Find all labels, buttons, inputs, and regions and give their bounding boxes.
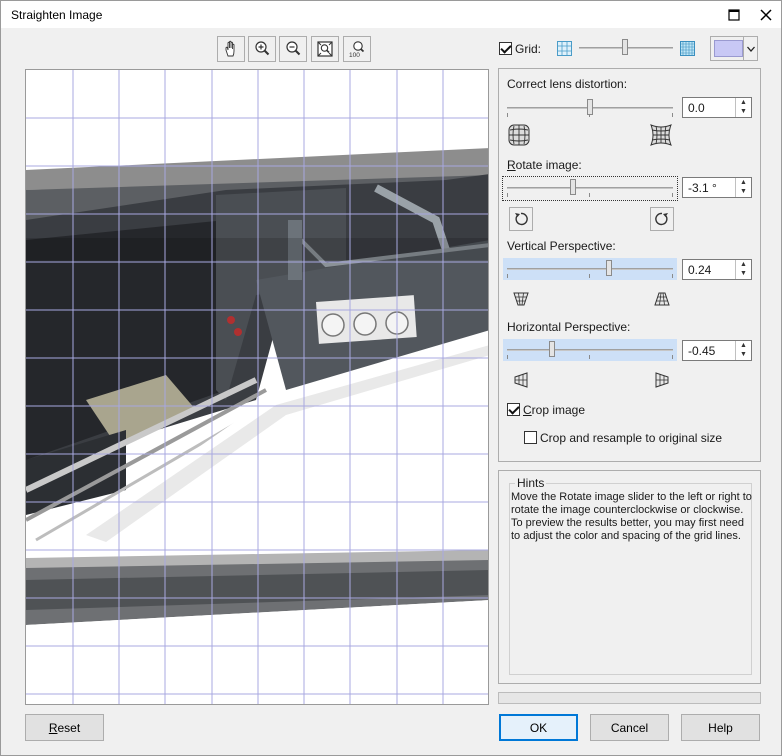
crop-image-label: Crop image [523, 403, 586, 417]
pincushion-distortion-icon [650, 124, 672, 146]
close-icon [760, 8, 772, 21]
horizontal-perspective-input[interactable]: -0.45 ▲ ▼ [682, 340, 752, 361]
horizontal-perspective-spinner[interactable]: ▲ ▼ [735, 341, 751, 360]
rotate-image-label: Rotate image: [507, 158, 582, 172]
rotate-slider-thumb[interactable] [570, 179, 576, 195]
horizontal-perspective-right-icon[interactable] [654, 372, 670, 388]
lens-distortion-input[interactable]: 0.0 ▲ ▼ [682, 97, 752, 118]
help-button[interactable]: Help [681, 714, 760, 741]
hints-text: Move the Rotate image slider to the left… [511, 491, 752, 542]
cancel-button[interactable]: Cancel [590, 714, 669, 741]
chevron-down-icon [746, 46, 755, 52]
vertical-perspective-label: Vertical Perspective: [507, 239, 616, 253]
zoom-in-icon [255, 41, 270, 56]
grid-color-swatch [714, 40, 743, 57]
hand-icon [225, 40, 235, 57]
window-title: Straighten Image [11, 8, 103, 22]
adjustments-panel: Correct lens distortion: 0.0 ▲ ▼ Rotate … [498, 68, 761, 462]
spin-down-icon[interactable]: ▼ [736, 187, 751, 196]
rotate-clockwise-icon [655, 212, 668, 226]
spin-up-icon[interactable]: ▲ [736, 98, 751, 107]
grid-label: Grid: [515, 42, 542, 56]
lens-distortion-slider-thumb[interactable] [587, 99, 593, 115]
horizontal-perspective-left-icon[interactable] [513, 372, 529, 388]
fit-to-window-icon [317, 41, 333, 57]
reset-button[interactable]: Reset [25, 714, 104, 741]
horizontal-perspective-label: Horizontal Perspective: [507, 320, 631, 334]
maximize-icon [728, 8, 740, 21]
crop-resample-label: Crop and resample to original size [540, 431, 723, 445]
image-preview[interactable] [25, 69, 489, 705]
rotate-clockwise-button[interactable] [650, 207, 674, 231]
vertical-perspective-bottom-icon[interactable] [654, 291, 670, 307]
close-button[interactable] [749, 1, 782, 28]
hints-group: Hints Move the Rotate image slider to th… [498, 470, 761, 684]
spin-down-icon[interactable]: ▼ [736, 107, 751, 116]
zoom-out-button[interactable] [279, 36, 307, 62]
vertical-perspective-top-icon[interactable] [513, 291, 529, 307]
rotate-counterclockwise-button[interactable] [509, 207, 533, 231]
vertical-perspective-slider-track[interactable] [507, 268, 673, 270]
vertical-perspective-spinner[interactable]: ▲ ▼ [735, 260, 751, 279]
barrel-distortion-icon [508, 124, 530, 146]
barrel-distortion-button[interactable] [507, 123, 531, 147]
lens-distortion-label: Correct lens distortion: [507, 77, 628, 91]
spin-up-icon[interactable]: ▲ [736, 260, 751, 269]
rotate-counterclockwise-icon [515, 212, 528, 226]
zoom-100-label: 100 [349, 52, 360, 58]
fit-to-window-button[interactable] [311, 36, 339, 62]
straighten-image-dialog: Straighten Image 100 Grid: Correct lens … [0, 0, 782, 756]
title-bar: Straighten Image [1, 1, 781, 28]
grid-coarse-icon [557, 41, 572, 56]
rotate-slider-track[interactable] [507, 187, 673, 189]
pan-tool-button[interactable] [217, 36, 245, 62]
horizontal-perspective-slider-thumb[interactable] [549, 341, 555, 357]
actual-size-button[interactable]: 100 [343, 36, 371, 62]
grid-fine-icon [680, 41, 695, 56]
preview-canvas [26, 70, 488, 704]
spin-down-icon[interactable]: ▼ [736, 350, 751, 359]
rotate-spinner[interactable]: ▲ ▼ [735, 178, 751, 197]
pincushion-distortion-button[interactable] [649, 123, 673, 147]
grid-spacing-slider-thumb[interactable] [622, 39, 628, 55]
spin-up-icon[interactable]: ▲ [736, 341, 751, 350]
grid-checkbox[interactable] [499, 42, 512, 55]
crop-image-checkbox[interactable] [507, 403, 520, 416]
vertical-perspective-slider-thumb[interactable] [606, 260, 612, 276]
hints-title: Hints [515, 476, 547, 490]
spin-down-icon[interactable]: ▼ [736, 269, 751, 278]
horizontal-perspective-slider-track[interactable] [507, 349, 673, 351]
lens-distortion-spinner[interactable]: ▲ ▼ [735, 98, 751, 117]
crop-resample-checkbox[interactable] [524, 431, 537, 444]
zoom-100-icon: 100 [349, 41, 365, 58]
vertical-perspective-input[interactable]: 0.24 ▲ ▼ [682, 259, 752, 280]
spin-up-icon[interactable]: ▲ [736, 178, 751, 187]
rotate-input[interactable]: -3.1 ° ▲ ▼ [682, 177, 752, 198]
grid-color-picker[interactable] [710, 36, 758, 61]
maximize-button[interactable] [717, 1, 751, 28]
zoom-in-button[interactable] [248, 36, 276, 62]
ok-button[interactable]: OK [499, 714, 578, 741]
zoom-out-icon [286, 41, 301, 56]
progress-bar [498, 692, 761, 704]
